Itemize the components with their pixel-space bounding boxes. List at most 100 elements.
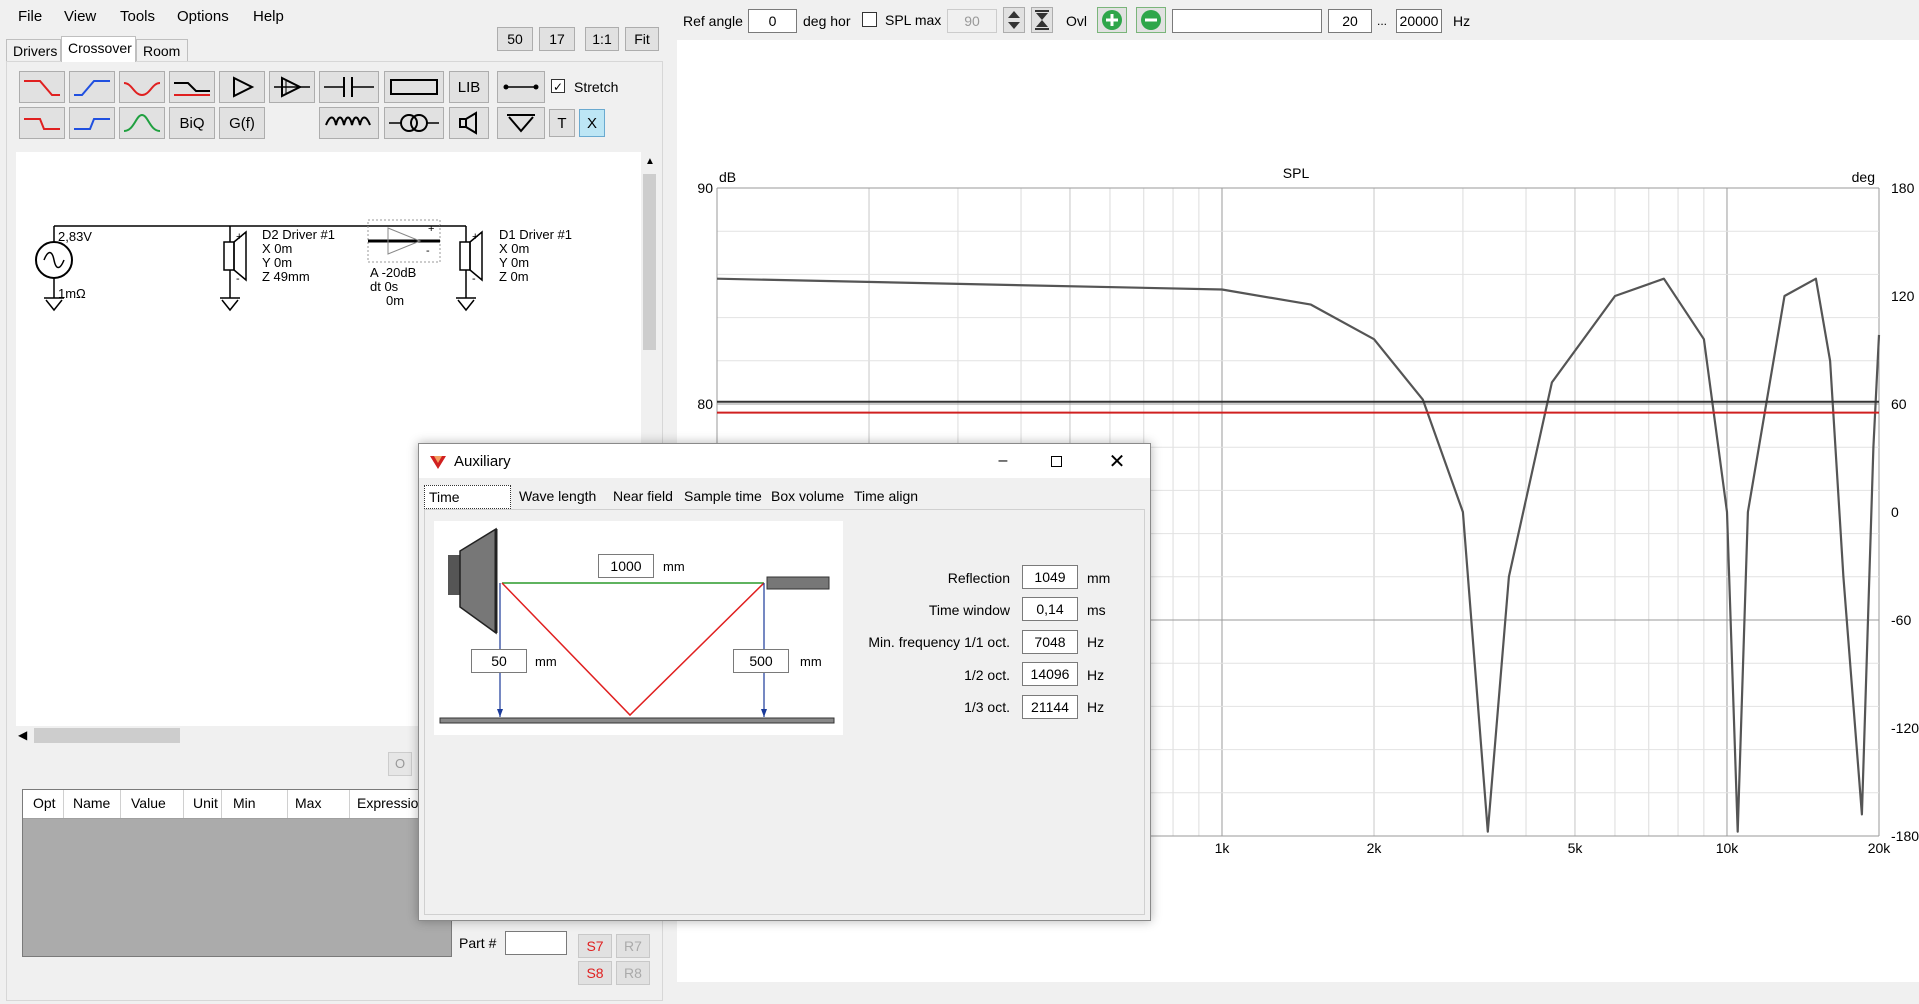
amplifier-button[interactable] <box>219 71 265 103</box>
minimize-icon[interactable]: – <box>993 452 1013 470</box>
distance-input[interactable]: 1000 <box>598 554 654 578</box>
svg-text:+: + <box>236 231 242 243</box>
stretch-checkbox[interactable]: ✓ <box>551 79 565 94</box>
aux-tab-time-window[interactable]: Time window <box>424 485 511 527</box>
highpass-step-icon <box>74 118 110 130</box>
s8-button[interactable]: S8 <box>578 961 612 985</box>
aux-tab-wave-length[interactable]: Wave length <box>515 485 600 509</box>
aux-title: Auxiliary <box>454 453 511 470</box>
spl-updown-button[interactable] <box>1003 7 1025 33</box>
lowpass-red-button[interactable] <box>19 71 65 103</box>
vertical-scroll-thumb[interactable] <box>643 174 656 350</box>
spl-fit-button[interactable] <box>1031 7 1053 33</box>
deg-hor-label: deg hor <box>803 13 851 29</box>
svg-text:-: - <box>236 273 240 285</box>
driver-button[interactable] <box>449 107 489 139</box>
inductor-icon <box>325 116 371 126</box>
r7-button[interactable]: R7 <box>616 934 650 958</box>
d2-x: X 0m <box>262 241 293 256</box>
d1-x: X 0m <box>499 241 530 256</box>
text-button[interactable]: T <box>549 109 575 137</box>
tab-crossover[interactable]: Crossover <box>61 36 136 62</box>
third-octave-value[interactable]: 21144 <box>1022 695 1078 719</box>
freq-low-input[interactable]: 20 <box>1328 9 1372 33</box>
hourglass-icon <box>1035 10 1049 30</box>
resistor-button[interactable] <box>384 71 444 103</box>
scroll-up-icon[interactable]: ▲ <box>645 156 655 167</box>
highpass-step-button[interactable] <box>69 107 115 139</box>
close-icon[interactable]: ✕ <box>1107 449 1127 473</box>
wire-button[interactable] <box>497 71 545 103</box>
zoom-17-button[interactable]: 17 <box>539 27 575 51</box>
buffer-button[interactable] <box>269 71 315 103</box>
transformer-icon <box>389 114 439 132</box>
part-number-input[interactable] <box>505 931 567 955</box>
zoom-1to1-button[interactable]: 1:1 <box>585 27 619 51</box>
menu-view[interactable]: View <box>64 8 96 25</box>
col-expression[interactable]: Expression <box>357 795 426 811</box>
x-tick-label: 2k <box>1367 840 1383 856</box>
tab-room[interactable]: Room <box>136 39 188 61</box>
col-opt[interactable]: Opt <box>33 795 56 811</box>
col-value[interactable]: Value <box>131 795 166 811</box>
tab-drivers[interactable]: Drivers <box>6 39 61 61</box>
transfer-function-button[interactable]: G(f) <box>219 107 265 139</box>
delete-button[interactable]: X <box>579 109 605 137</box>
distance-unit: mm <box>663 559 685 574</box>
min-freq-octave-value[interactable]: 7048 <box>1022 630 1078 654</box>
parameter-grid[interactable]: Opt Name Value Unit Min Max Expression <box>22 789 452 957</box>
left-height-input[interactable]: 50 <box>471 649 527 673</box>
hz-label: Hz <box>1453 13 1471 29</box>
zoom-fit-button[interactable]: Fit <box>625 27 659 51</box>
overlay-input[interactable] <box>1172 9 1322 33</box>
bandpass-button[interactable] <box>119 107 165 139</box>
spl-max-checkbox[interactable] <box>862 12 877 27</box>
half-octave-unit: Hz <box>1087 667 1105 683</box>
zoom-50-button[interactable]: 50 <box>497 27 533 51</box>
y2-tick-label: 120 <box>1891 288 1915 304</box>
aux-tab-near-field[interactable]: Near field <box>609 485 677 509</box>
col-unit[interactable]: Unit <box>193 795 218 811</box>
time-window-value[interactable]: 0,14 <box>1022 597 1078 621</box>
menu-file[interactable]: File <box>18 8 42 25</box>
ref-angle-input[interactable]: 0 <box>748 9 797 33</box>
biquad-button[interactable]: BiQ <box>169 107 215 139</box>
scroll-left-icon[interactable]: ◀ <box>18 728 27 742</box>
chart-title: SPL <box>1283 165 1310 181</box>
col-max[interactable]: Max <box>295 795 321 811</box>
col-name[interactable]: Name <box>73 795 110 811</box>
horizontal-scroll-thumb[interactable] <box>34 728 180 743</box>
d1-name: D1 Driver #1 <box>499 227 572 242</box>
spl-max-input[interactable]: 90 <box>947 9 997 33</box>
maximize-icon[interactable] <box>1051 456 1062 467</box>
add-overlay-button[interactable] <box>1097 7 1127 33</box>
half-octave-value[interactable]: 14096 <box>1022 662 1078 686</box>
transformer-button[interactable] <box>384 107 444 139</box>
menu-help[interactable]: Help <box>253 8 284 25</box>
remove-overlay-button[interactable] <box>1136 7 1166 33</box>
inductor-button[interactable] <box>319 107 379 139</box>
ground-button[interactable] <box>497 107 545 139</box>
time-window-label: Time window <box>928 602 1010 618</box>
s7-button[interactable]: S7 <box>578 934 612 958</box>
notch-red-button[interactable] <box>119 71 165 103</box>
aux-tab-box-volume[interactable]: Box volume <box>767 485 848 509</box>
menu-tools[interactable]: Tools <box>120 8 155 25</box>
shelf-button[interactable] <box>169 71 215 103</box>
ovl-label: Ovl <box>1066 13 1087 29</box>
aux-tab-sample-time[interactable]: Sample time <box>680 485 766 509</box>
col-min[interactable]: Min <box>233 795 256 811</box>
right-height-input[interactable]: 500 <box>733 649 789 673</box>
capacitor-button[interactable] <box>319 71 379 103</box>
lowpass-step-button[interactable] <box>19 107 65 139</box>
aux-tab-time-align[interactable]: Time align <box>850 485 922 509</box>
library-button[interactable]: LIB <box>449 71 489 103</box>
freq-high-input[interactable]: 20000 <box>1396 9 1442 33</box>
o-button[interactable]: O <box>388 752 412 776</box>
menu-options[interactable]: Options <box>177 8 229 25</box>
r8-button[interactable]: R8 <box>616 961 650 985</box>
highpass-blue-button[interactable] <box>69 71 115 103</box>
part-number-label: Part # <box>459 935 497 951</box>
reflection-value[interactable]: 1049 <box>1022 565 1078 589</box>
time-window-unit: ms <box>1087 602 1106 618</box>
